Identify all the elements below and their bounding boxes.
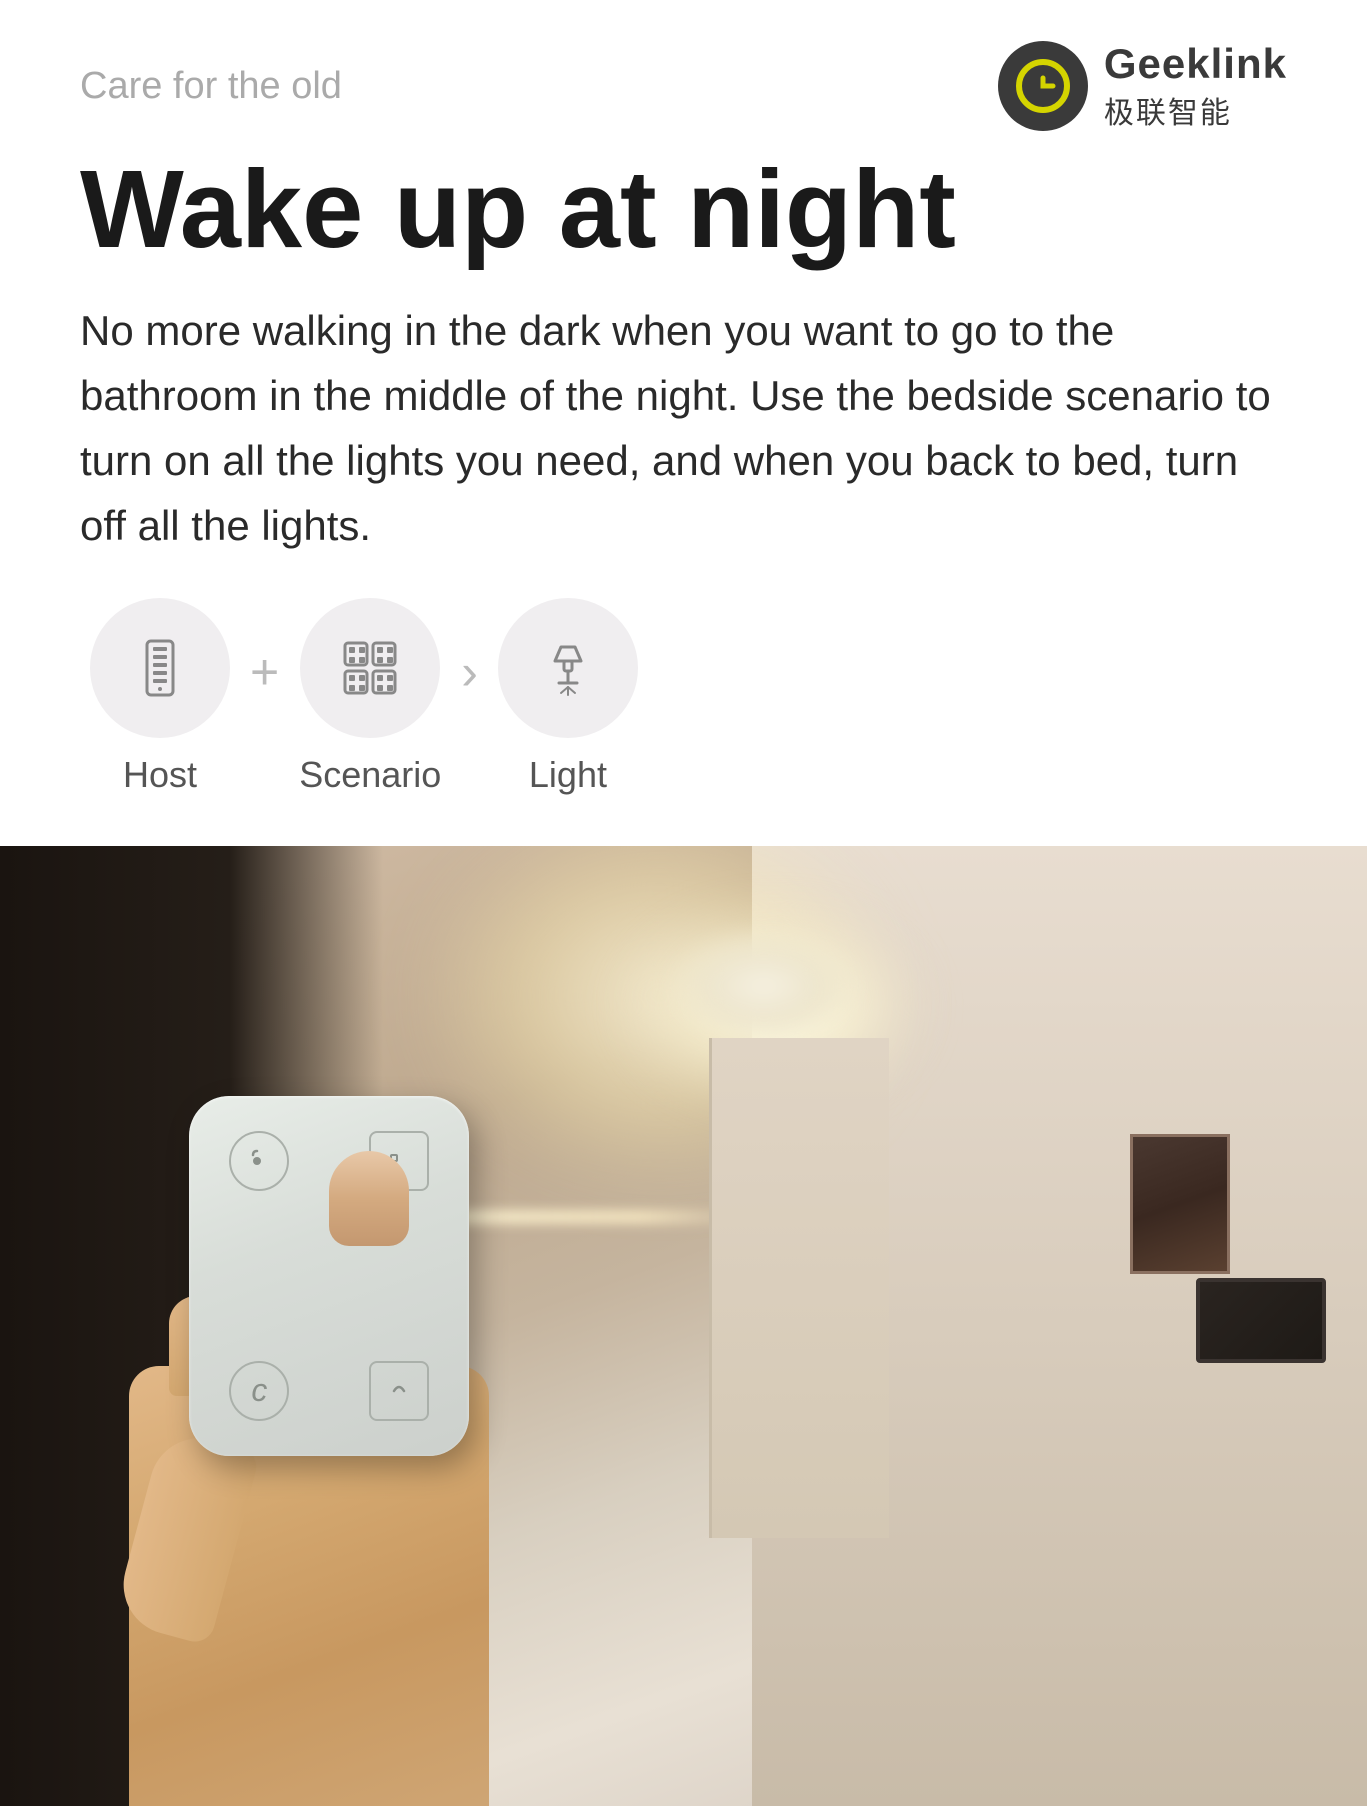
light-icon	[533, 633, 603, 703]
host-icon	[125, 633, 195, 703]
header-row: Care for the old Geeklink 极联智能	[80, 40, 1287, 132]
hand-device-container: c	[109, 1066, 629, 1806]
device-button-tl	[229, 1131, 289, 1191]
icons-row: Host +	[80, 598, 1287, 796]
scenario-icon	[335, 633, 405, 703]
tv-screen	[1200, 1282, 1322, 1359]
main-title: Wake up at night	[80, 152, 1287, 268]
host-icon-item: Host	[90, 598, 230, 796]
logo-area: Geeklink 极联智能	[998, 40, 1287, 132]
room-door	[709, 1038, 889, 1538]
c-label: c	[251, 1372, 267, 1409]
scenario-label: Scenario	[299, 754, 441, 796]
br-button-icon	[379, 1371, 419, 1411]
device-button-br	[369, 1361, 429, 1421]
tl-button-icon	[239, 1141, 279, 1181]
brand-chinese: 极联智能	[1104, 88, 1287, 132]
scenario-icon-circle	[300, 598, 440, 738]
connector-arrow: ›	[461, 643, 478, 701]
top-section: Care for the old Geeklink 极联智能 Wake up a…	[0, 0, 1367, 796]
description: No more walking in the dark when you wan…	[80, 298, 1280, 558]
ceiling-fixture	[664, 926, 864, 1046]
artwork	[1130, 1134, 1230, 1274]
finger-pressing	[329, 1151, 409, 1246]
light-label: Light	[529, 754, 607, 796]
brand-name: Geeklink	[1104, 40, 1287, 88]
light-icon-item: Light	[498, 598, 638, 796]
logo-circle	[998, 41, 1088, 131]
image-section: c	[0, 846, 1367, 1806]
tv-frame	[1196, 1278, 1326, 1363]
care-label: Care for the old	[80, 65, 342, 108]
host-label: Host	[123, 754, 197, 796]
geeklink-logo-icon	[1015, 58, 1071, 114]
smart-remote-device: c	[189, 1096, 469, 1456]
host-icon-circle	[90, 598, 230, 738]
page-container: Care for the old Geeklink 极联智能 Wake up a…	[0, 0, 1367, 1806]
light-icon-circle	[498, 598, 638, 738]
device-button-bl: c	[229, 1361, 289, 1421]
connector-plus: +	[250, 643, 279, 701]
scenario-icon-item: Scenario	[299, 598, 441, 796]
logo-text: Geeklink 极联智能	[1104, 40, 1287, 132]
